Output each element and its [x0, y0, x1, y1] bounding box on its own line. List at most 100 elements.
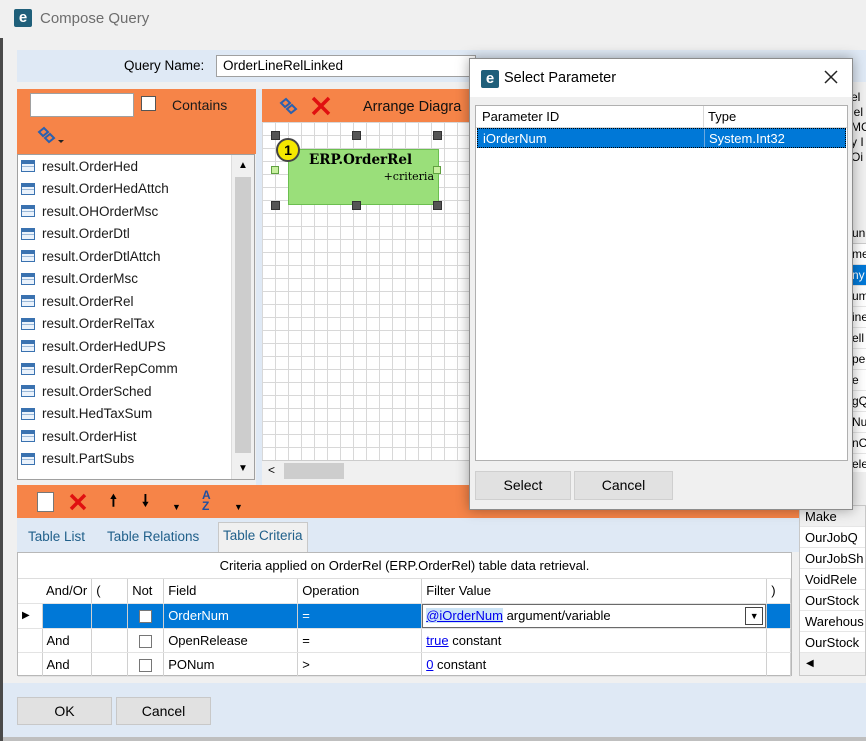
table-row[interactable]: ▶ OrderNum = @iOrderNum argument/variabl… — [18, 603, 791, 629]
column-header[interactable]: Type — [704, 106, 736, 127]
list-item[interactable]: result.OrderRelTax — [18, 313, 228, 336]
list-item[interactable]: result.OrderRel — [18, 290, 228, 313]
andor-cell[interactable]: And — [42, 652, 93, 677]
column-header[interactable]: ( — [91, 579, 129, 604]
move-down-icon[interactable]: 🠗 — [142, 490, 149, 517]
select-button[interactable]: Select — [475, 471, 571, 500]
scroll-down-icon[interactable]: ▼ — [232, 459, 254, 479]
list-item[interactable]: result.OrderHed — [18, 155, 228, 178]
scroll-left-icon[interactable]: ◀ — [800, 653, 865, 675]
field-cell[interactable]: PONum — [163, 652, 299, 677]
right-list-item[interactable]: OurStock — [800, 590, 865, 611]
paren-open-cell[interactable] — [91, 628, 129, 653]
arrange-diagram-button[interactable]: Arrange Diagra — [363, 99, 461, 115]
paren-close-cell[interactable] — [766, 603, 791, 629]
column-header[interactable]: And/Or — [42, 579, 93, 604]
resize-handle[interactable] — [433, 131, 442, 140]
paren-close-cell[interactable] — [766, 652, 791, 677]
close-icon[interactable] — [820, 66, 842, 88]
not-checkbox[interactable] — [139, 658, 153, 672]
column-header[interactable]: Parameter ID — [476, 106, 704, 127]
filter-value-cell[interactable]: @iOrderNum argument/variable ▼ — [421, 603, 768, 629]
not-checkbox-cell[interactable] — [127, 652, 165, 677]
right-grid-cell[interactable]: me — [852, 244, 866, 265]
filter-value-cell[interactable]: true constant — [421, 628, 768, 653]
paren-open-cell[interactable] — [91, 652, 129, 677]
filter-link[interactable]: true — [426, 633, 448, 648]
right-list-item[interactable]: Warehous — [800, 611, 865, 632]
resize-handle[interactable] — [352, 201, 361, 210]
delete-icon[interactable] — [310, 95, 332, 117]
delete-criteria-icon[interactable] — [68, 492, 88, 512]
resize-handle[interactable] — [271, 201, 280, 210]
scroll-thumb[interactable] — [235, 177, 251, 453]
andor-cell[interactable] — [42, 603, 93, 629]
right-grid-cell[interactable]: gQ — [852, 391, 866, 412]
dropdown-arrow-icon[interactable]: ▼ — [745, 606, 764, 625]
link-tables-icon[interactable] — [36, 126, 66, 146]
list-item[interactable]: result.OrderDtl — [18, 223, 228, 246]
not-checkbox[interactable] — [139, 610, 153, 624]
list-item[interactable]: result.OrderSched — [18, 380, 228, 403]
chevron-down-icon[interactable]: ▼ — [172, 502, 181, 512]
diagram-hscrollbar[interactable]: < — [262, 460, 474, 482]
right-grid-cell[interactable]: ny — [852, 265, 866, 286]
list-item[interactable]: result.OrderDtlAttch — [18, 245, 228, 268]
list-item[interactable]: result.OrderRepComm — [18, 358, 228, 381]
table-node-orderrel[interactable]: ERP.OrderRel +criteria — [288, 149, 439, 205]
resize-handle[interactable] — [271, 131, 280, 140]
connector-handle[interactable] — [433, 166, 441, 174]
table-search-input[interactable] — [30, 93, 134, 117]
list-item[interactable]: result.OrderHedUPS — [18, 335, 228, 358]
right-list-item[interactable]: OurStock — [800, 632, 865, 653]
contains-checkbox[interactable] — [141, 96, 156, 111]
list-item[interactable]: result.OrderHedAttch — [18, 178, 228, 201]
resize-handle[interactable] — [352, 131, 361, 140]
right-list-item[interactable]: OurJobSh — [800, 548, 865, 569]
filter-value-cell[interactable]: 0 constant — [421, 652, 768, 677]
tab-table-criteria[interactable]: Table Criteria — [218, 522, 308, 552]
connector-handle[interactable] — [271, 166, 279, 174]
operation-cell[interactable]: > — [297, 652, 423, 677]
right-grid-cell[interactable]: ell — [852, 328, 866, 349]
table-list-scrollbar[interactable]: ▲ ▼ — [231, 155, 254, 479]
table-row[interactable]: And OpenRelease = true constant — [18, 628, 791, 653]
right-grid-cell[interactable]: e — [852, 370, 866, 391]
list-item[interactable]: result.PartSubs — [18, 448, 228, 471]
right-grid-cell[interactable]: pe — [852, 349, 866, 370]
paren-close-cell[interactable] — [766, 628, 791, 653]
hscroll-thumb[interactable] — [284, 463, 344, 479]
andor-cell[interactable]: And — [42, 628, 93, 653]
column-header[interactable]: Field — [163, 579, 299, 604]
paren-open-cell[interactable] — [91, 603, 129, 629]
field-cell[interactable]: OpenRelease — [163, 628, 299, 653]
right-grid-cell[interactable]: ine — [852, 307, 866, 328]
scroll-up-icon[interactable]: ▲ — [232, 155, 254, 175]
field-cell[interactable]: OrderNum — [163, 603, 299, 629]
filter-link[interactable]: 0 — [426, 657, 433, 672]
right-grid-cell[interactable]: Nu — [852, 412, 866, 433]
scroll-left-icon[interactable]: < — [268, 463, 275, 477]
column-header[interactable]: Not — [127, 579, 165, 604]
not-checkbox-cell[interactable] — [127, 603, 165, 629]
filter-link[interactable]: @iOrderNum — [426, 607, 503, 623]
parameter-row[interactable]: iOrderNum System.Int32 — [477, 128, 846, 148]
column-header[interactable]: ) — [766, 579, 791, 604]
parameter-type-cell[interactable]: System.Int32 — [705, 129, 785, 147]
cancel-button[interactable]: Cancel — [116, 697, 211, 725]
right-grid-cell[interactable]: nC — [852, 433, 866, 454]
operation-cell[interactable]: = — [297, 603, 423, 629]
right-list-item[interactable]: OurJobQ — [800, 527, 865, 548]
table-row[interactable]: And PONum > 0 constant — [18, 652, 791, 677]
link-icon[interactable] — [279, 96, 301, 116]
chevron-down-icon[interactable]: ▼ — [234, 502, 243, 512]
dialog-cancel-button[interactable]: Cancel — [574, 471, 673, 500]
ok-button[interactable]: OK — [17, 697, 112, 725]
query-name-input[interactable]: OrderLineRelLinked — [216, 55, 476, 77]
operation-cell[interactable]: = — [297, 628, 423, 653]
not-checkbox-cell[interactable] — [127, 628, 165, 653]
tab-table-list[interactable]: Table List — [24, 527, 89, 549]
tab-table-relations[interactable]: Table Relations — [103, 527, 203, 549]
row-selector-icon[interactable]: ▶ — [18, 603, 43, 629]
right-grid-cell[interactable]: um — [852, 286, 866, 307]
